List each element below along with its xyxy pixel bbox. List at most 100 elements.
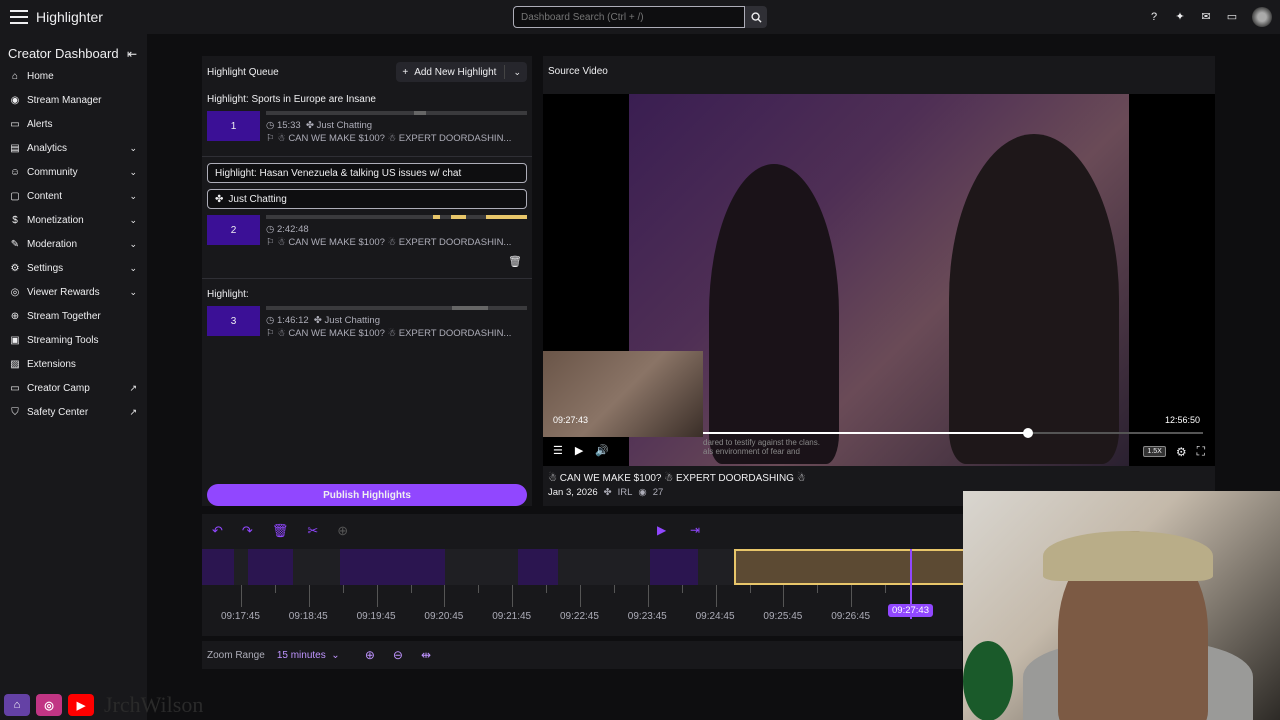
highlight-row[interactable]: 3 ◷ 1:46:12 ✤ Just Chatting ⚐ ☃ CAN WE M… [202,306,532,339]
chevron-down-icon[interactable]: ⌄ [129,191,137,202]
chevron-down-icon[interactable]: ⌄ [129,167,137,178]
video-player[interactable]: 09:27:43 12:56:50 dared to testify again… [543,94,1215,466]
highlight-row[interactable]: 2 ◷ 2:42:48 ⚐ ☃ CAN WE MAKE $100? ☃ EXPE… [202,215,532,248]
highlight-title-field[interactable]: Highlight: Hasan Venezuela & talking US … [207,163,527,183]
fullscreen-icon[interactable]: ⛶ [1197,444,1205,459]
highlight-range-bar [266,111,527,115]
category-field[interactable]: ✤ Just Chatting [207,189,527,209]
highlight-source-title: CAN WE MAKE $100? ☃ EXPERT DOORDASHIN... [288,237,512,248]
sidebar-item-label: Viewer Rewards [27,286,100,298]
alerts-icon: ▭ [10,118,20,130]
jump-to-end-icon[interactable]: ⇥ [690,523,700,537]
highlight-title[interactable]: Highlight: [202,289,532,300]
chevron-down-icon[interactable]: ⌄ [129,215,137,226]
ruler-label: 09:22:45 [560,611,599,622]
zoom-range-select[interactable]: 15 minutes ⌄ [277,650,347,661]
ruler-tick [783,585,785,607]
sidebar-title: Creator Dashboard [8,46,119,61]
sidebar-item-monetization[interactable]: $ Monetization ⌄ [0,208,147,232]
redo-icon[interactable]: ↷ [242,523,253,539]
chat-icon[interactable]: ▭ [1226,11,1238,23]
search-button[interactable] [745,6,767,28]
ruler-label: 09:25:45 [763,611,803,622]
ruler-tick [647,585,649,607]
chevron-down-icon[interactable]: ⌄ [129,263,137,274]
ruler-minor-tick [613,585,615,593]
ruler-tick [512,585,514,607]
ruler-tick [241,585,242,607]
sidebar-item-content[interactable]: ▢ Content ⌄ [0,184,147,208]
external-link-icon[interactable]: ↗ [129,407,137,418]
monetization-icon: $ [12,214,18,226]
ruler-minor-tick [885,585,887,593]
sidebar-item-settings[interactable]: ⚙ Settings ⌄ [0,256,147,280]
video-person-left [709,164,839,464]
zoom-in-icon[interactable]: ⊕ [365,648,375,662]
search-input[interactable] [513,6,745,28]
trash-icon[interactable]: 🗑 [508,256,522,268]
ruler-label: 09:19:45 [356,611,396,622]
sidebar-item-community[interactable]: ☺ Community ⌄ [0,160,147,184]
category-icon: ✤ [603,487,612,498]
social-handle: JrchWilson [104,692,204,717]
undo-icon[interactable]: ↶ [212,523,223,539]
fit-icon[interactable]: ⇹ [421,648,431,662]
analytics-icon: ▤ [10,142,20,154]
timeline-play-icon[interactable]: ▶ [657,523,666,537]
player-controls-left: ☰ ▶ 🔊 [553,444,609,457]
category-icon: ✤ [215,193,224,205]
trash-icon[interactable]: 🗑 [272,523,289,539]
sidebar-item-viewer-rewards[interactable]: ◎ Viewer Rewards ⌄ [0,280,147,304]
sidebar-item-label: Extensions [27,358,76,370]
video-meta: Jan 3, 2026 ✤ IRL ◉ 27 [548,487,663,498]
seek-knob[interactable] [1023,428,1033,438]
avatar[interactable] [1252,7,1272,27]
play-icon[interactable]: ▶ [575,444,583,457]
sidebar-item-alerts[interactable]: ▭ Alerts [0,112,147,136]
highlight-category: Just Chatting [316,120,373,131]
add-new-highlight-button[interactable]: + Add New Highlight ⌄ [396,62,527,82]
sidebar-item-label: Community [27,166,78,178]
zoom-out-icon[interactable]: ⊖ [393,648,403,662]
chevron-down-icon[interactable]: ⌄ [129,143,137,154]
sidebar-item-analytics[interactable]: ▤ Analytics ⌄ [0,136,147,160]
highlight-row[interactable]: 1 ◷ 15:33 ✤ Just Chatting ⚐ ☃ CAN WE MAK… [202,111,532,144]
collapse-sidebar-icon[interactable]: ⇤ [127,47,137,61]
sidebar-item-stream-manager[interactable]: ◉ Stream Manager [0,88,147,112]
sidebar-item-moderation[interactable]: ✎ Moderation ⌄ [0,232,147,256]
publish-highlights-button[interactable]: Publish Highlights [207,484,527,506]
timeline-selection[interactable] [734,549,974,585]
highlight-meta: ◷ 15:33 ✤ Just Chatting [266,120,373,131]
playback-speed[interactable]: 1.5X [1143,446,1166,457]
highlight-queue: Highlight Queue + Add New Highlight ⌄ Hi… [202,56,532,506]
chevron-down-icon[interactable]: ⌄ [513,67,521,78]
sparkle-icon[interactable]: ✦ [1174,11,1186,23]
inbox-icon[interactable]: ✉ [1200,11,1212,23]
help-icon[interactable]: ? [1148,11,1160,23]
sidebar-item-safety-center[interactable]: ⛉ Safety Center ↗ [0,400,147,424]
scissors-icon[interactable]: ✂ [307,523,318,539]
instagram-icon: ◎ [36,694,62,716]
top-icons: ? ✦ ✉ ▭ [1148,7,1272,27]
sidebar-item-stream-together[interactable]: ⊕ Stream Together [0,304,147,328]
highlight-title[interactable]: Highlight: Sports in Europe are Insane [202,94,532,105]
creator-camp-icon: ▭ [10,382,20,394]
sidebar-item-streaming-tools[interactable]: ▣ Streaming Tools [0,328,147,352]
chapters-icon[interactable]: ☰ [553,444,563,457]
highlight-range-bar [266,306,527,310]
ruler-minor-tick [681,585,683,593]
chevron-down-icon[interactable]: ⌄ [129,287,137,298]
volume-icon[interactable]: 🔊 [595,444,609,457]
add-circle-icon[interactable]: ⊕ [337,523,348,539]
sidebar-item-label: Analytics [27,142,68,154]
seek-bar[interactable] [703,428,1203,438]
hamburger-menu-icon[interactable] [10,10,28,24]
sidebar-item-creator-camp[interactable]: ▭ Creator Camp ↗ [0,376,147,400]
sidebar-item-home[interactable]: ⌂ Home [0,64,147,88]
gear-icon[interactable]: ⚙ [1176,445,1187,459]
sidebar-item-extensions[interactable]: ▨ Extensions [0,352,147,376]
stream-manager-icon: ◉ [10,94,20,106]
chevron-down-icon[interactable]: ⌄ [129,239,137,250]
sidebar-item-label: Monetization [27,214,84,226]
external-link-icon[interactable]: ↗ [129,383,137,394]
